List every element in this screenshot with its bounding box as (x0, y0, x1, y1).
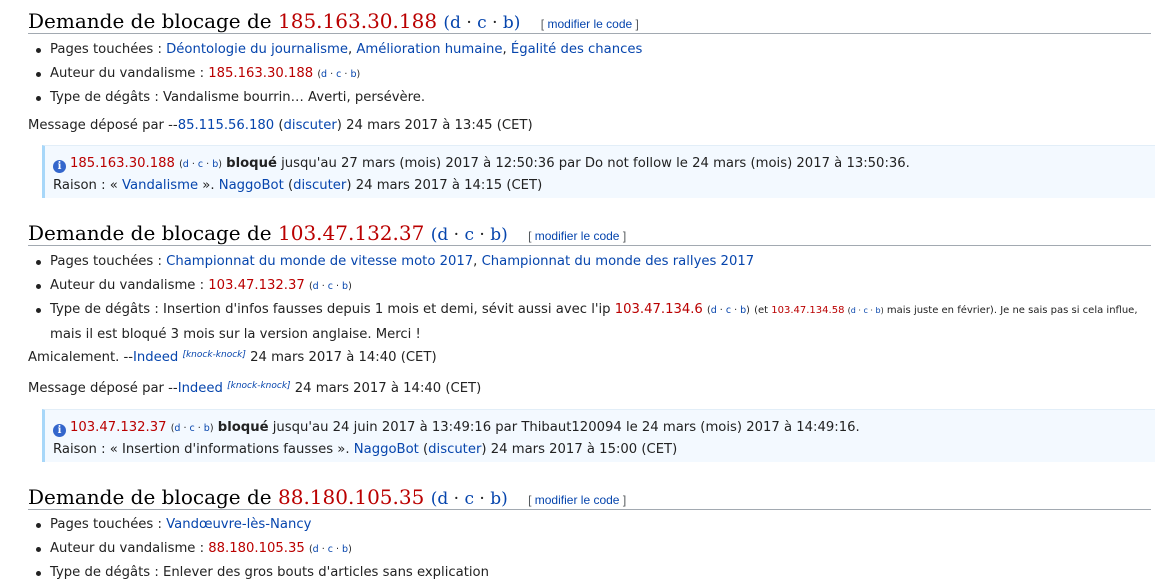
discuss-link[interactable]: discuter (428, 442, 481, 457)
related-ip-link[interactable]: 103.47.134.6 (615, 302, 703, 317)
discuss-link[interactable]: discuter (284, 118, 337, 133)
user-link[interactable]: Indeed (178, 381, 223, 396)
edit-link[interactable]: modifier le code (535, 229, 620, 243)
list-item-author: Auteur du vandalisme : 103.47.132.37 (d … (36, 274, 1145, 298)
bot-link[interactable]: NaggoBot (354, 442, 419, 457)
block-notice-2: i 103.47.132.37 (d · c · b) bloqué jusqu'… (42, 409, 1155, 462)
author-ip-link[interactable]: 185.163.30.188 (208, 66, 313, 81)
section-heading-3: Demande de blocage de 88.180.105.35 (d ·… (28, 479, 1151, 510)
author-ip-link[interactable]: 103.47.132.37 (208, 278, 304, 293)
page-link[interactable]: Vandœuvre-lès-Nancy (166, 517, 311, 532)
heading-prefix: Demande de blocage de (28, 9, 272, 33)
page-link[interactable]: Déontologie du journalisme (166, 42, 348, 57)
list-item-damage: Type de dégâts : Enlever des gros bouts … (36, 561, 489, 583)
talk-link[interactable]: c (477, 13, 487, 33)
page-link[interactable]: Championnat du monde de vitesse moto 201… (166, 254, 473, 269)
list-item-pages: Pages touchées : Déontologie du journali… (36, 38, 642, 62)
block-notice-1: i 185.163.30.188 (d · c · b) bloqué jusqu… (42, 145, 1155, 198)
page-link[interactable]: Égalité des chances (511, 42, 642, 57)
message-line-1: Message déposé par --85.115.56.180 (disc… (28, 118, 533, 133)
heading-dcb: (d · c · b) (443, 13, 521, 33)
user-link[interactable]: 85.115.56.180 (178, 118, 274, 133)
author-dcb: (d · c · b) (317, 69, 361, 80)
edit-link[interactable]: modifier le code (547, 17, 632, 31)
list-item-pages: Pages touchées : Vandœuvre-lès-Nancy (36, 513, 489, 537)
discuss-link[interactable]: discuter (293, 178, 346, 193)
heading-ip-link[interactable]: 185.163.30.188 (278, 9, 437, 33)
signature-line-2: Amicalement. --Indeed [knock-knock] 24 m… (28, 350, 437, 365)
page: Demande de blocage de 185.163.30.188 (d … (0, 0, 1159, 583)
list-item-author: Auteur du vandalisme : 185.163.30.188 (d… (36, 62, 642, 86)
list-item-damage: Type de dégâts : Insertion d'infos fauss… (36, 298, 1145, 346)
edit-link[interactable]: modifier le code (535, 493, 620, 507)
bot-link[interactable]: NaggoBot (219, 178, 284, 193)
message-line-2: Message déposé par --Indeed [knock-knock… (28, 381, 482, 396)
author-ip-link[interactable]: 88.180.105.35 (208, 541, 304, 556)
reason-link[interactable]: Vandalisme (122, 178, 198, 193)
info-icon: i (53, 160, 66, 173)
block-link[interactable]: b (503, 13, 514, 33)
edit-section-3: [ modifier le code ] (528, 493, 627, 507)
request-details-2: Pages touchées : Championnat du monde de… (36, 250, 1145, 346)
section-heading-2: Demande de blocage de 103.47.132.37 (d ·… (28, 215, 1151, 246)
info-icon: i (53, 424, 66, 437)
knock-link[interactable]: [knock-knock] (182, 350, 245, 360)
list-item-damage: Type de dégâts : Vandalisme bourrin… Ave… (36, 86, 642, 110)
edit-section-2: [ modifier le code ] (528, 229, 627, 243)
blocked-ip-link[interactable]: 103.47.132.37 (70, 420, 166, 435)
heading-ip-link[interactable]: 88.180.105.35 (278, 485, 424, 509)
related-ip-link-2[interactable]: 103.47.134.58 (771, 305, 844, 316)
list-item-pages: Pages touchées : Championnat du monde de… (36, 250, 1145, 274)
heading-ip-link[interactable]: 103.47.132.37 (278, 221, 424, 245)
heading-dcb: (d · c · b) (430, 225, 508, 245)
section-heading-1: Demande de blocage de 185.163.30.188 (d … (28, 3, 1151, 34)
page-link[interactable]: Amélioration humaine (356, 42, 502, 57)
edit-section-1: [ modifier le code ] (540, 17, 639, 31)
request-details-3: Pages touchées : Vandœuvre-lès-Nancy Aut… (36, 513, 489, 583)
blocked-ip-link[interactable]: 185.163.30.188 (70, 156, 175, 171)
contribs-link[interactable]: d (450, 13, 461, 33)
list-item-author: Auteur du vandalisme : 88.180.105.35 (d … (36, 537, 489, 561)
request-details-1: Pages touchées : Déontologie du journali… (36, 38, 642, 110)
knock-link[interactable]: [knock-knock] (227, 381, 290, 391)
user-link[interactable]: Indeed (133, 350, 178, 365)
page-link[interactable]: Championnat du monde des rallyes 2017 (482, 254, 755, 269)
